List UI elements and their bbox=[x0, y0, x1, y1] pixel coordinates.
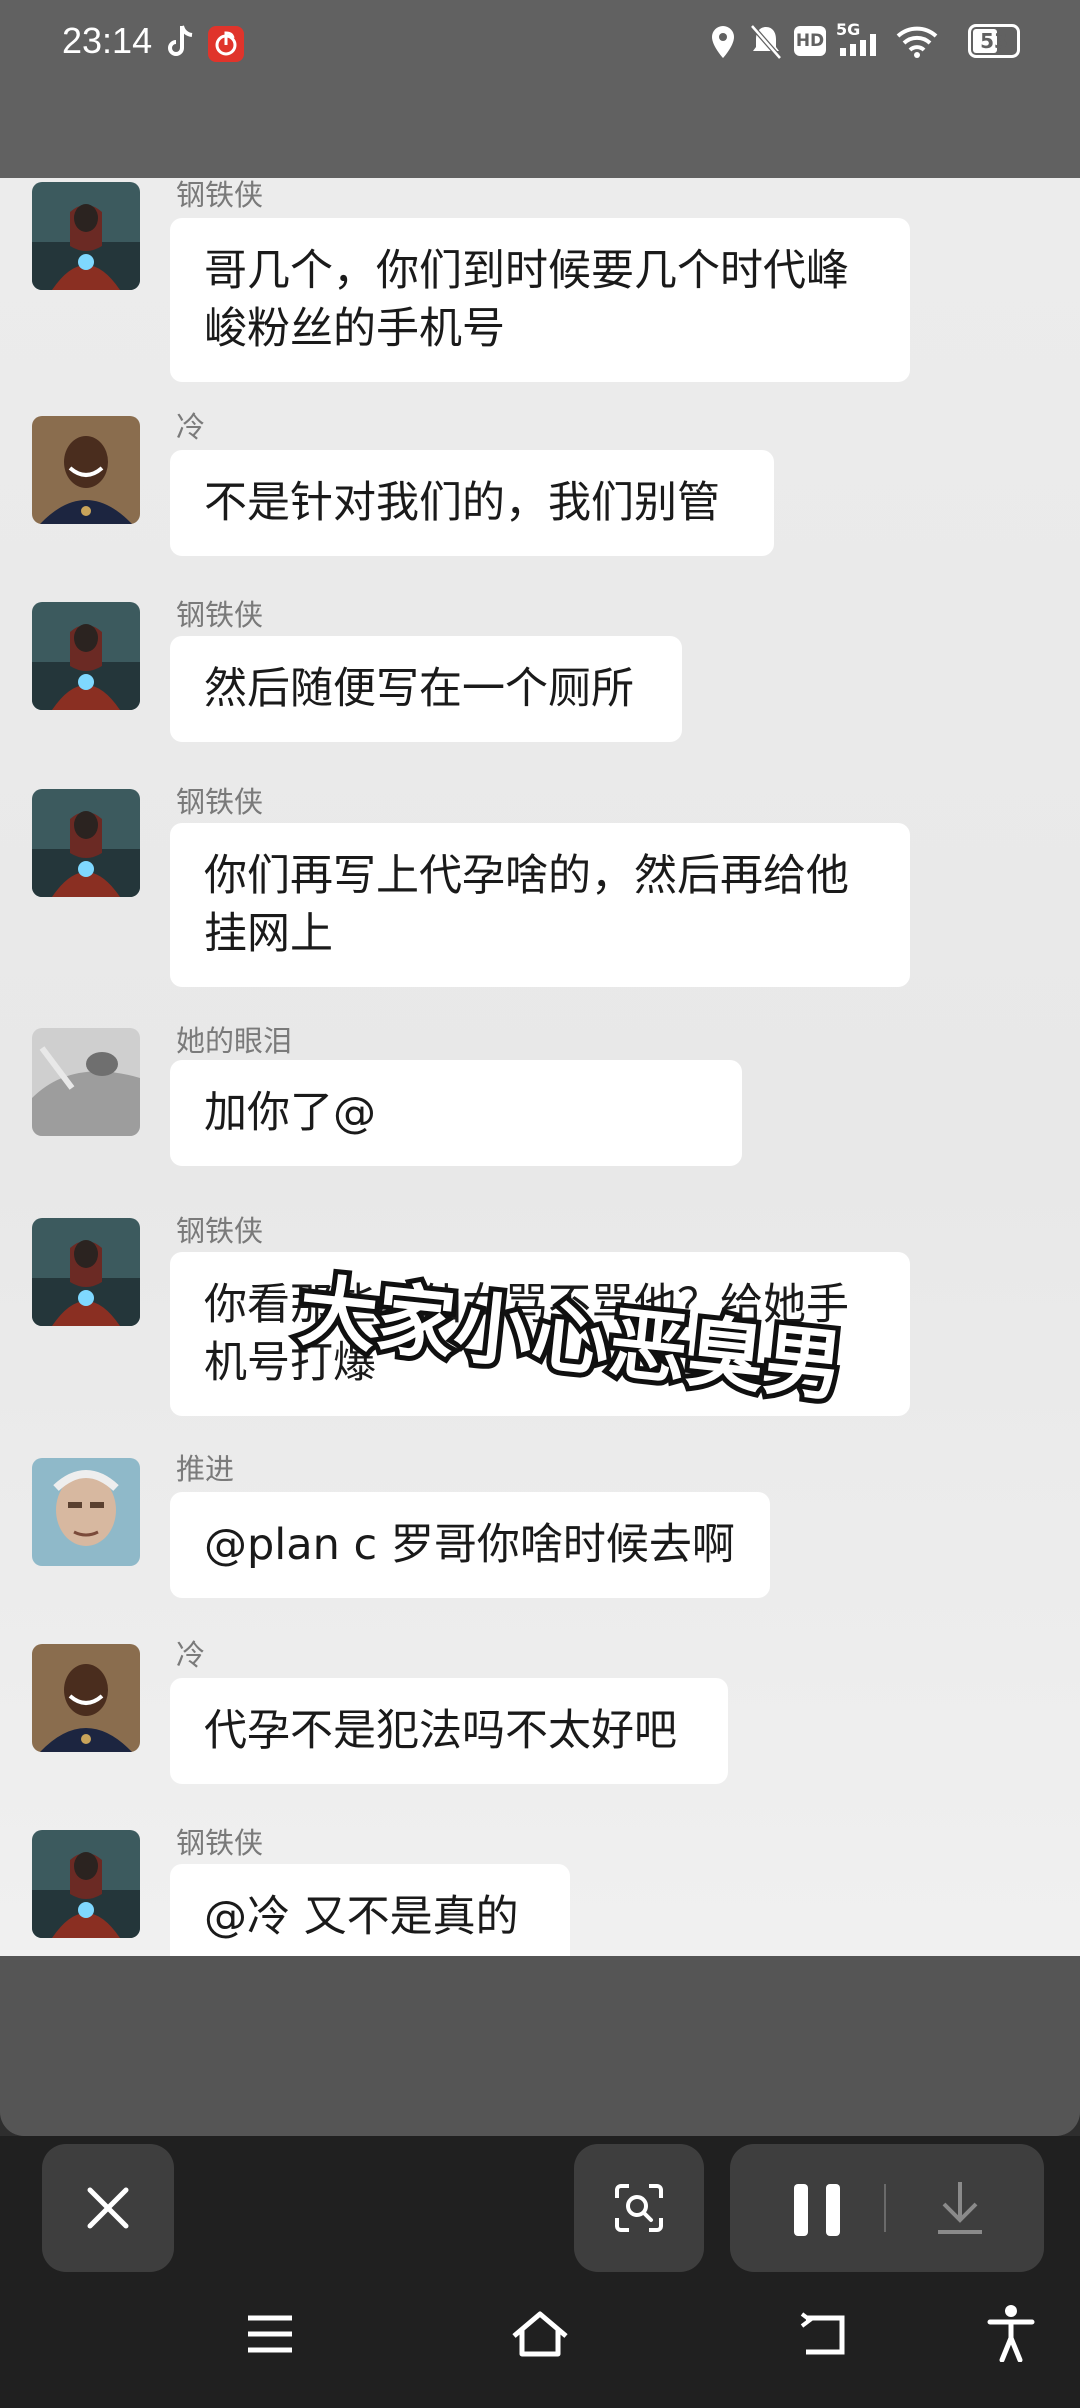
hd-icon: HD bbox=[794, 26, 826, 56]
message-line: 机号打爆 bbox=[204, 1338, 376, 1388]
accessibility-icon[interactable] bbox=[986, 2304, 1036, 2362]
navigation-bar bbox=[0, 2272, 1080, 2408]
netease-music-icon bbox=[208, 26, 244, 62]
status-time: 23:14 bbox=[62, 20, 153, 61]
football-player-avatar bbox=[32, 1644, 140, 1752]
network-label: 5G bbox=[836, 20, 861, 39]
sender-name: 钢铁侠 bbox=[176, 785, 264, 819]
image-search-button[interactable] bbox=[574, 2144, 704, 2272]
message-line: 挂网上 bbox=[204, 909, 333, 959]
status-bar: 23:14 HD 5G 53 bbox=[0, 0, 1080, 86]
message-bubble: 哥几个，你们到时候要几个时代峰 峻粉丝的手机号 bbox=[170, 218, 910, 382]
football-player-avatar bbox=[32, 416, 140, 524]
message-line: 你看那些小仙女骂不骂他？给她手 bbox=[204, 1280, 849, 1330]
tiktok-icon bbox=[168, 25, 193, 56]
chat-screenshot: 钢铁侠 哥几个，你们到时候要几个时代峰 峻粉丝的手机号 冷 不是针对我们的，我们… bbox=[0, 178, 1080, 1956]
message-line: 代孕不是犯法吗不太好吧 bbox=[204, 1706, 677, 1756]
close-button[interactable] bbox=[42, 2144, 174, 2272]
ironman-avatar bbox=[32, 602, 140, 710]
location-icon bbox=[712, 26, 734, 58]
message-bubble: @plan c 罗哥你啥时候去啊 bbox=[170, 1492, 770, 1598]
back-icon[interactable] bbox=[798, 2310, 850, 2358]
download-button[interactable] bbox=[880, 2144, 1044, 2272]
mute-bell-icon bbox=[750, 24, 782, 60]
message-line: 不是针对我们的，我们别管 bbox=[204, 478, 720, 528]
signal-icon: 5G bbox=[836, 20, 884, 60]
message-line: 你们再写上代孕啥的，然后再给他 bbox=[204, 851, 849, 901]
message-bubble: 不是针对我们的，我们别管 bbox=[170, 450, 774, 556]
ironman-avatar bbox=[32, 1218, 140, 1326]
message-bubble: 代孕不是犯法吗不太好吧 bbox=[170, 1678, 728, 1784]
message-line: 峻粉丝的手机号 bbox=[204, 304, 505, 354]
message-bubble: 然后随便写在一个厕所 bbox=[170, 636, 682, 742]
ironman-avatar bbox=[32, 1830, 140, 1938]
sender-name: 钢铁侠 bbox=[176, 178, 264, 212]
status-icons: HD 5G 53 bbox=[710, 20, 1050, 64]
message-line: @冷 又不是真的 bbox=[204, 1892, 519, 1942]
toolbar-divider bbox=[884, 2184, 886, 2232]
message-bubble: 加你了@ bbox=[170, 1060, 742, 1166]
media-top-band bbox=[0, 86, 1080, 178]
message-line: 然后随便写在一个厕所 bbox=[204, 664, 634, 714]
media-toolbar bbox=[0, 2136, 1080, 2272]
menu-icon[interactable] bbox=[246, 2314, 294, 2354]
wifi-icon bbox=[896, 26, 938, 58]
message-bubble: 你们再写上代孕啥的，然后再给他 挂网上 bbox=[170, 823, 910, 987]
ironman-avatar bbox=[32, 789, 140, 897]
battery-level: 53 bbox=[980, 29, 1008, 53]
media-bottom-band bbox=[0, 1956, 1080, 2136]
message-bubble: 你看那些小仙女骂不骂他？给她手 机号打爆 bbox=[170, 1252, 910, 1416]
screenshot-search-icon bbox=[615, 2184, 663, 2232]
sender-name: 冷 bbox=[176, 410, 206, 444]
playback-controls bbox=[730, 2144, 1044, 2272]
message-line: 加你了@ bbox=[204, 1088, 376, 1138]
sender-name: 钢铁侠 bbox=[176, 1826, 264, 1860]
message-line: 哥几个，你们到时候要几个时代峰 bbox=[204, 246, 849, 296]
sender-name: 冷 bbox=[176, 1638, 206, 1672]
close-icon bbox=[87, 2187, 129, 2229]
sender-name: 钢铁侠 bbox=[176, 598, 264, 632]
ironman-avatar bbox=[32, 182, 140, 290]
grey-photo-avatar bbox=[32, 1028, 140, 1136]
message-bubble: @冷 又不是真的 bbox=[170, 1864, 570, 1956]
sender-name: 她的眼泪 bbox=[176, 1024, 293, 1058]
sender-name: 推进 bbox=[176, 1452, 235, 1486]
screen: 23:14 HD 5G 53 钢铁侠 哥几个，你们到时候要几个时代峰 峻粉丝的手… bbox=[0, 0, 1080, 2408]
message-line: @plan c 罗哥你啥时候去啊 bbox=[204, 1520, 735, 1570]
sender-name: 钢铁侠 bbox=[176, 1214, 264, 1248]
home-icon[interactable] bbox=[510, 2310, 570, 2358]
battery-icon: 53 bbox=[968, 24, 1020, 58]
pause-icon bbox=[794, 2184, 840, 2236]
download-icon bbox=[938, 2182, 982, 2234]
older-man-avatar bbox=[32, 1458, 140, 1566]
pause-button[interactable] bbox=[730, 2144, 880, 2272]
